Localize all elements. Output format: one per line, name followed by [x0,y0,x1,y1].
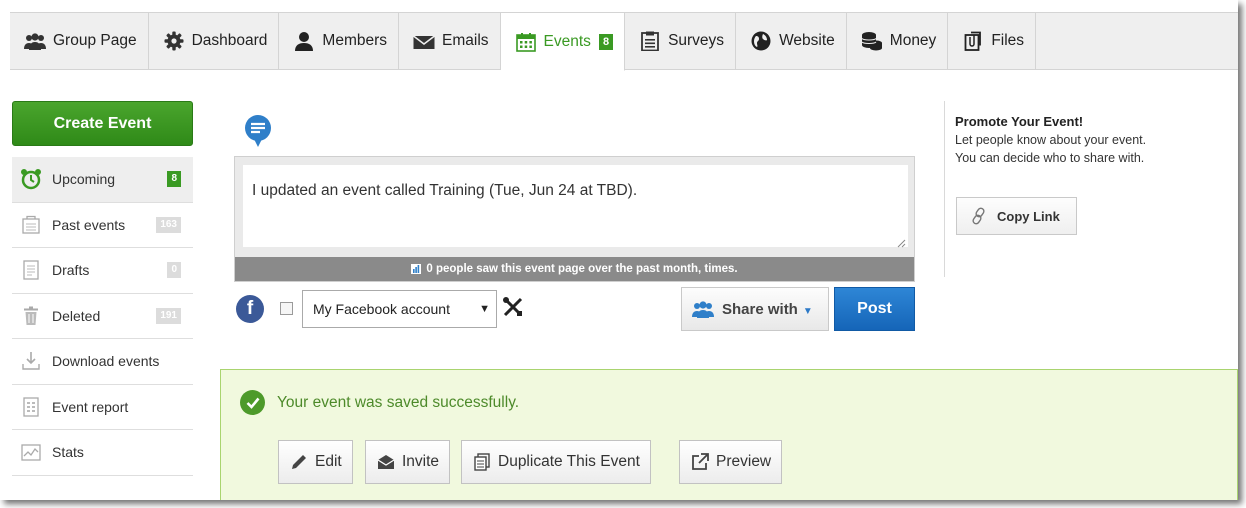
preview-button[interactable]: Preview [679,440,783,484]
app-frame: Group Page Dashboard Members Emails Even… [0,0,1238,500]
sidebar-nav: Upcoming 8 Past events 163 Drafts 0 Dele… [12,157,193,476]
resize-grip-icon[interactable] [896,235,906,248]
tab-files[interactable]: Files [948,13,1037,69]
tab-members[interactable]: Members [279,13,400,69]
tab-label: Money [889,32,937,49]
group-icon [692,300,714,318]
link-icon [971,207,987,225]
edit-button[interactable]: Edit [278,440,353,484]
status-composer: I updated an event called Training (Tue,… [234,156,915,282]
success-message: Your event was saved successfully. [277,394,520,411]
share-with-button[interactable]: Share with ▼ [681,287,829,331]
edit-label: Edit [315,453,342,470]
events-count-badge: 8 [598,33,614,50]
envelope-open-icon [376,452,396,472]
files-icon [962,30,984,52]
page-views-text: 0 people saw this event page over the pa… [426,263,738,275]
duplicate-icon [472,452,492,472]
person-icon [293,30,315,52]
drafts-icon [20,259,42,281]
tab-group-page[interactable]: Group Page [10,13,149,69]
report-icon [20,396,42,418]
download-icon [20,350,42,372]
gear-icon [163,30,185,52]
sidebar-item-label: Past events [52,216,126,233]
duplicate-label: Duplicate This Event [498,453,640,470]
sidebar-item-past-events[interactable]: Past events 163 [12,203,193,248]
page-views-bar: 0 people saw this event page over the pa… [235,257,914,281]
tab-surveys[interactable]: Surveys [625,13,737,69]
invite-label: Invite [402,453,440,470]
stats-icon [20,441,42,463]
comment-bubble-icon [242,114,274,151]
trash-icon [20,305,42,327]
tab-emails[interactable]: Emails [399,13,501,69]
sidebar-item-label: Upcoming [52,171,116,188]
sidebar-item-download-events[interactable]: Download events [12,339,193,385]
sidebar-item-label: Stats [52,444,84,461]
tab-dashboard[interactable]: Dashboard [149,13,280,69]
past-events-icon [20,214,42,236]
dropdown-arrow-icon: ▼ [479,303,490,315]
sidebar-item-event-report[interactable]: Event report [12,385,193,430]
globe-icon [750,30,772,52]
sidebar-item-deleted[interactable]: Deleted 191 [12,294,193,339]
post-button[interactable]: Post [834,287,915,331]
tab-money[interactable]: Money [847,13,949,69]
duplicate-event-button[interactable]: Duplicate This Event [461,440,651,484]
sidebar-item-drafts[interactable]: Drafts 0 [12,248,193,294]
share-with-label: Share with [722,300,798,318]
count-badge: 8 [167,171,181,188]
sidebar-item-label: Drafts [52,262,90,279]
sidebar-item-stats[interactable]: Stats [12,430,193,476]
tab-label: Website [779,32,835,49]
invite-button[interactable]: Invite [365,440,451,484]
external-link-icon [690,452,710,472]
checkmark-icon [240,390,265,415]
copy-link-label: Copy Link [997,208,1060,224]
count-badge: 0 [167,262,181,279]
alarm-clock-icon [20,168,42,190]
success-panel: Your event was saved successfully. Edit … [220,369,1238,500]
tools-icon[interactable] [502,296,524,318]
bar-chart-icon [411,264,422,274]
group-icon [24,30,46,52]
tab-label: Emails [442,32,489,49]
facebook-post-checkbox[interactable] [280,302,293,315]
copy-link-button[interactable]: Copy Link [956,197,1077,235]
sidebar-item-label: Download events [52,353,160,370]
promote-line-1: Let people know about your event. [955,133,1147,147]
tab-label: Files [991,32,1025,49]
facebook-account-value: My Facebook account [313,301,450,317]
pencil-icon [289,452,309,472]
sidebar-item-label: Event report [52,398,129,415]
top-nav: Group Page Dashboard Members Emails Even… [10,12,1238,71]
sidebar-item-label: Deleted [52,307,101,324]
tab-events[interactable]: Events 8 [500,13,626,71]
preview-label: Preview [716,453,772,470]
create-event-button[interactable]: Create Event [12,101,193,146]
tab-label: Surveys [668,32,725,49]
facebook-icon: f [236,295,264,323]
chevron-down-icon: ▼ [802,305,813,317]
tab-label: Group Page [53,32,137,49]
tab-label: Members [322,32,388,49]
calendar-icon [515,31,537,53]
tab-label: Events [543,32,591,50]
tab-label: Dashboard [191,32,268,49]
clipboard-icon [639,30,661,52]
promote-line-2: You can decide who to share with. [955,151,1145,165]
promote-panel: Promote Your Event! Let people know abou… [944,101,1194,277]
envelope-icon [413,30,435,52]
facebook-account-select[interactable]: My Facebook account ▼ [302,290,497,328]
coins-icon [861,30,883,52]
count-badge: 191 [156,307,181,324]
count-badge: 163 [156,216,181,233]
status-textarea[interactable]: I updated an event called Training (Tue,… [243,165,908,247]
promote-title: Promote Your Event! [955,114,1084,129]
tab-website[interactable]: Website [736,13,847,69]
sidebar-item-upcoming[interactable]: Upcoming 8 [12,157,193,203]
